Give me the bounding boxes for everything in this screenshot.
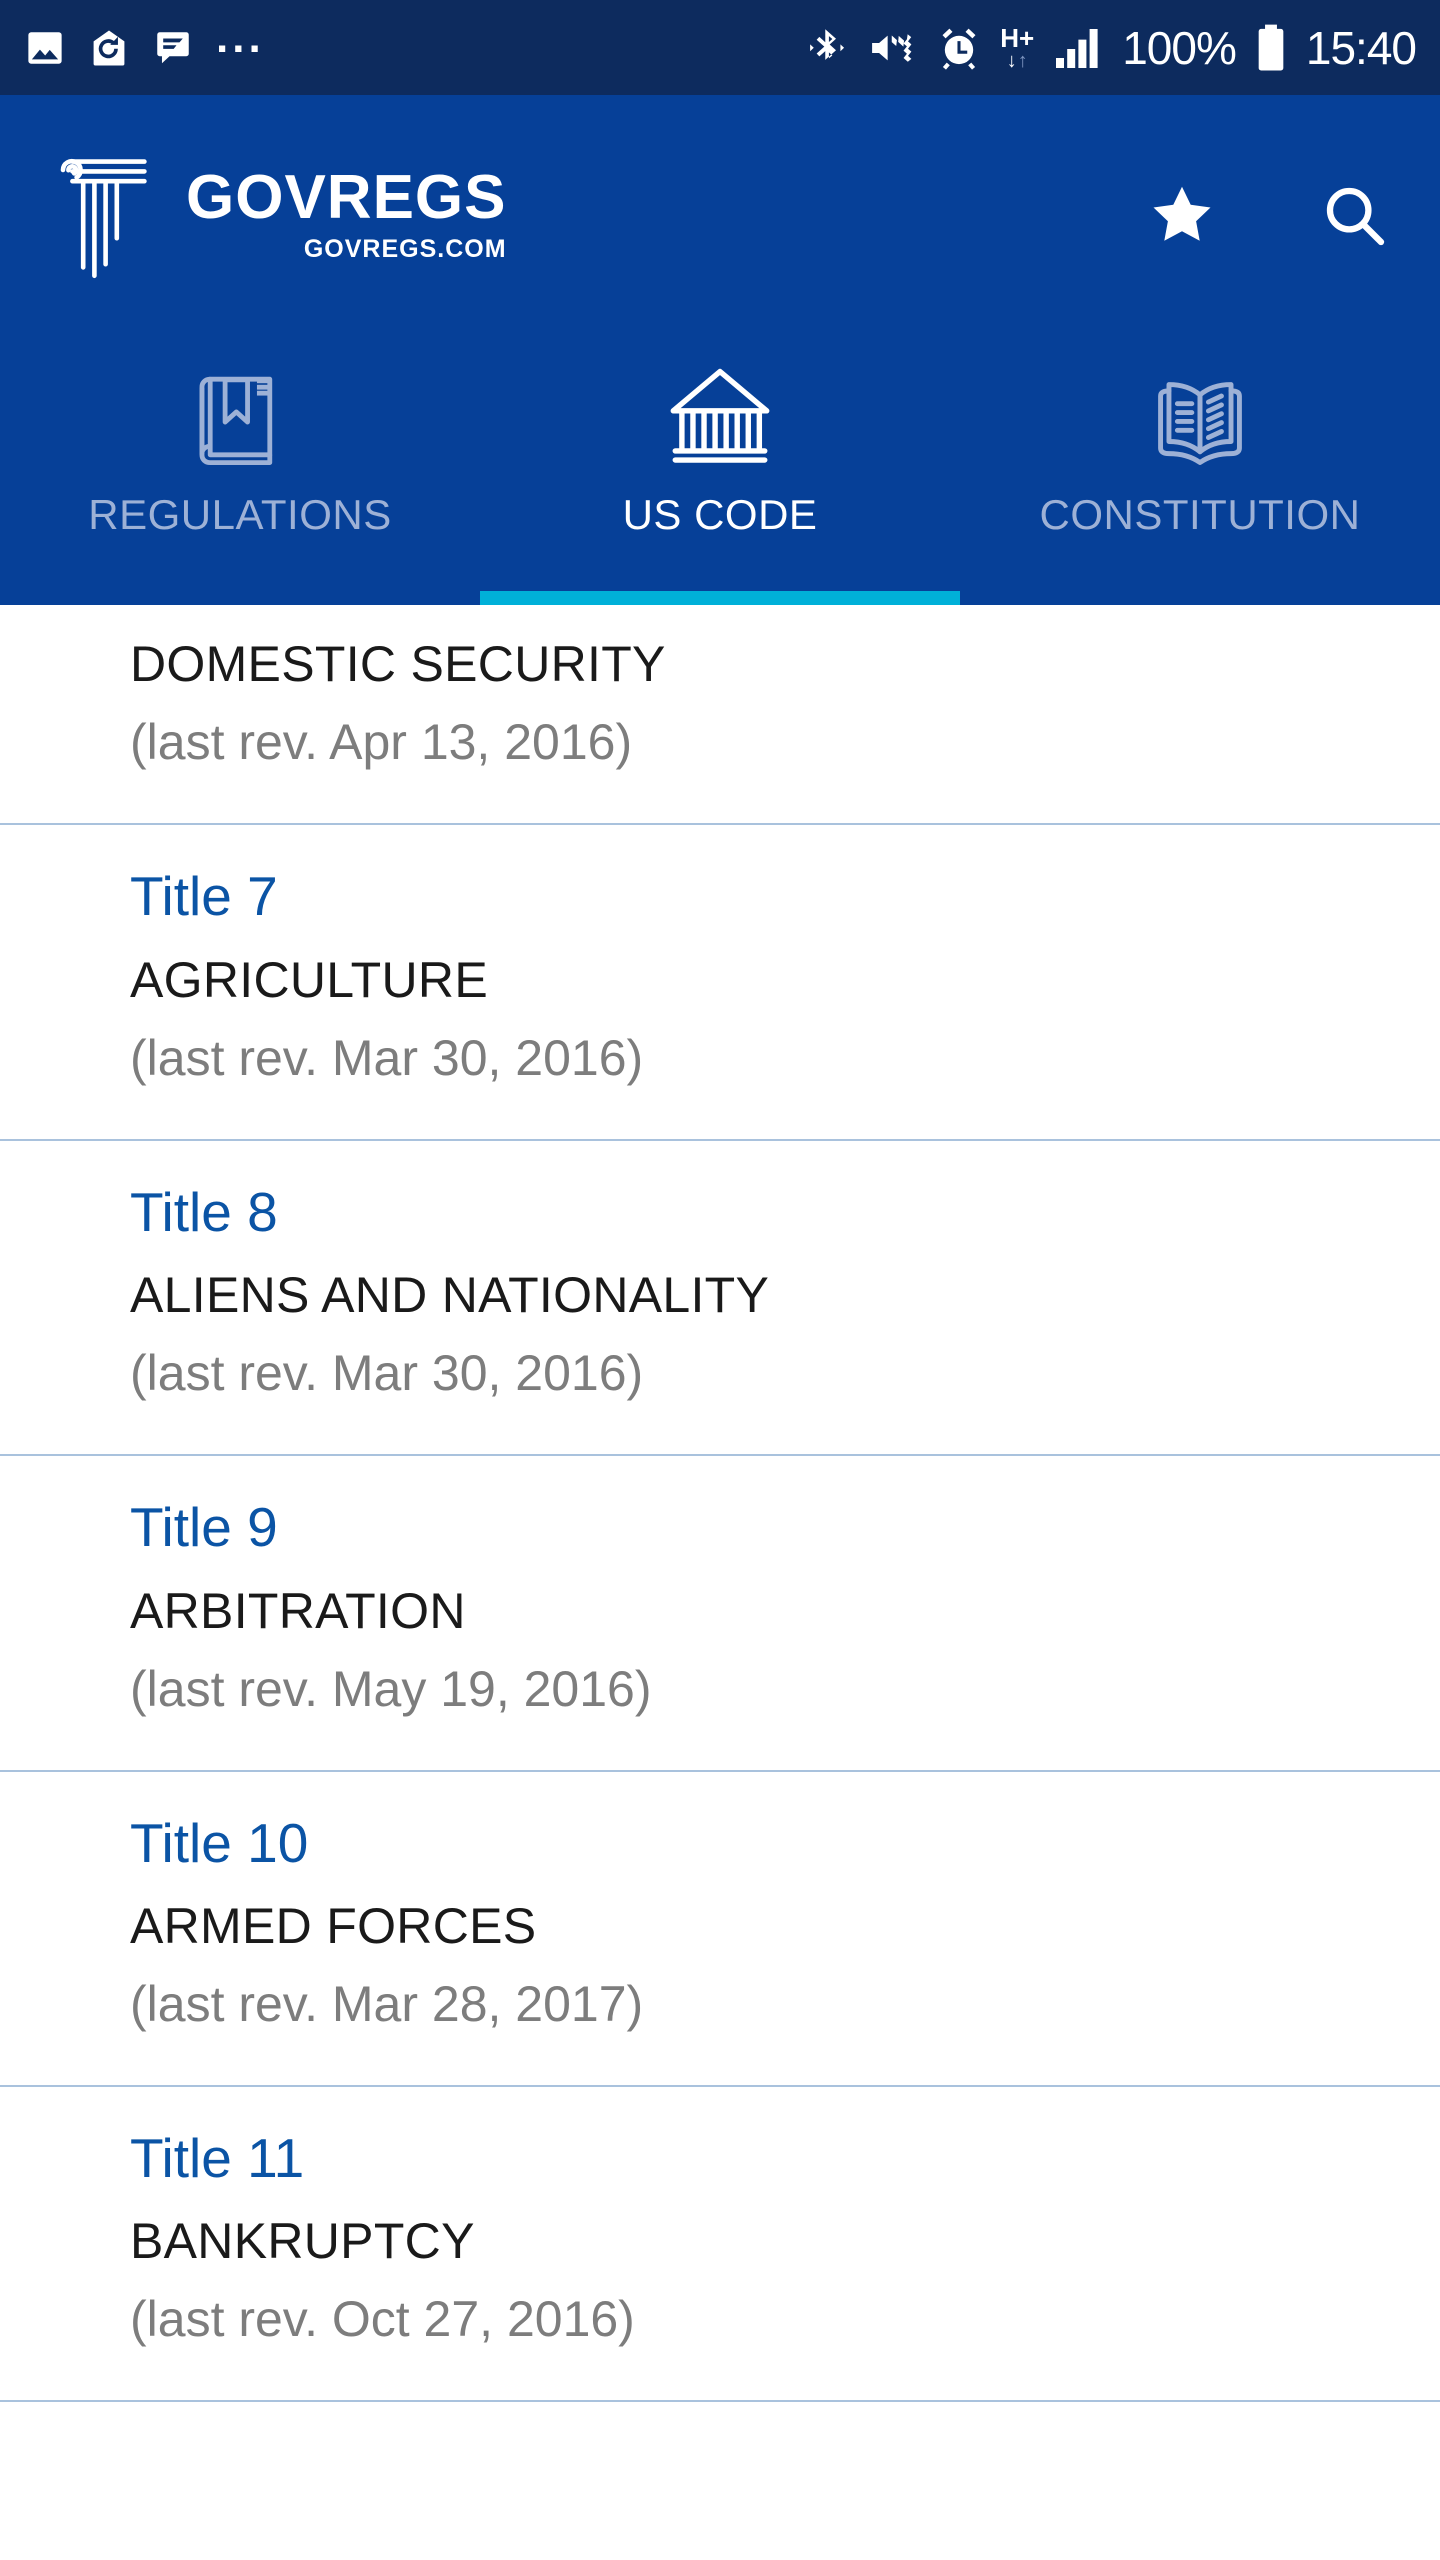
list-item-name: AGRICULTURE — [130, 951, 488, 1008]
list-item-title: Title 9 — [130, 1496, 278, 1559]
star-icon[interactable] — [1142, 175, 1222, 255]
status-bar: ... H+ ↓ ↑ 100% 15:40 — [0, 0, 1440, 95]
list-item[interactable]: Title 11 BANKRUPTCY (last rev. Oct 27, 2… — [0, 2087, 1440, 2403]
list-item-revision: (last rev. Apr 13, 2016) — [130, 714, 633, 771]
list-item-name: BANKRUPTCY — [130, 2213, 475, 2270]
ionic-column-logo — [56, 147, 164, 284]
brand-subtitle: GOVREGS.COM — [303, 234, 507, 263]
list-item-name: ARMED FORCES — [130, 1897, 537, 1954]
list-item-revision: (last rev. Mar 30, 2016) — [130, 1029, 644, 1086]
brand-text: GOVREGS GOVREGS.COM — [186, 162, 507, 264]
list-item-name: ARBITRATION — [130, 1582, 466, 1639]
status-overflow-icon: ... — [216, 12, 265, 62]
list-item[interactable]: Title 7 AGRICULTURE (last rev. Mar 30, 2… — [0, 825, 1440, 1141]
alarm-icon — [936, 25, 982, 71]
data-down-arrow-icon: ↓ — [1006, 49, 1017, 72]
list-item-name: ALIENS AND NATIONALITY — [130, 1267, 770, 1324]
search-icon[interactable] — [1314, 175, 1394, 255]
list-item[interactable]: Title 10 ARMED FORCES (last rev. Mar 28,… — [0, 1772, 1440, 2087]
list-item-title: Title 11 — [130, 2126, 305, 2189]
battery-percent-label: 100% — [1122, 21, 1237, 74]
tab-label-constitution: CONSTITUTION — [1039, 491, 1361, 538]
list-item-title: Title 10 — [130, 1811, 309, 1874]
app-header: GOVREGS GOVREGS.COM — [0, 95, 1440, 335]
tab-bar: REGULATIONS US CODE CONSTITUTION — [0, 335, 1440, 605]
clock-label: 15:40 — [1305, 21, 1417, 74]
tab-constitution[interactable]: CONSTITUTION — [960, 335, 1440, 605]
tab-us-code[interactable]: US CODE — [480, 335, 960, 605]
list-item-revision: (last rev. Mar 28, 2017) — [130, 1975, 644, 2032]
image-icon — [24, 27, 66, 69]
tab-label-regulations: REGULATIONS — [88, 491, 392, 538]
network-type-icon: H+ ↓ ↑ — [1000, 22, 1035, 72]
signal-bars-icon — [1052, 25, 1104, 71]
list-item-title: Title 6 — [130, 605, 1380, 611]
title-list[interactable]: Title 6 DOMESTIC SECURITY (last rev. Apr… — [0, 605, 1440, 2560]
open-book-icon — [1144, 357, 1256, 477]
brand: GOVREGS GOVREGS.COM — [56, 147, 507, 284]
status-bar-right: H+ ↓ ↑ 100% 15:40 — [804, 21, 1417, 75]
sync-icon — [88, 27, 130, 69]
tab-active-underline — [480, 591, 960, 605]
courthouse-columns-icon — [661, 357, 779, 477]
brand-name: GOVREGS — [186, 162, 507, 232]
list-item-name: DOMESTIC SECURITY — [130, 636, 666, 693]
battery-full-icon — [1254, 22, 1288, 74]
list-item[interactable]: Title 6 DOMESTIC SECURITY (last rev. Apr… — [0, 605, 1440, 826]
book-bookmark-icon — [185, 357, 295, 477]
list-item-title: Title 8 — [130, 1180, 278, 1243]
vibrate-mute-icon — [868, 25, 918, 71]
header-actions — [1142, 175, 1394, 255]
status-bar-left: ... — [24, 12, 265, 69]
list-item[interactable]: Title 9 ARBITRATION (last rev. May 19, 2… — [0, 1456, 1440, 1772]
list-item-revision: (last rev. Oct 27, 2016) — [130, 2291, 635, 2348]
list-item-revision: (last rev. May 19, 2016) — [130, 1660, 652, 1717]
tab-regulations[interactable]: REGULATIONS — [0, 335, 480, 605]
data-up-arrow-icon: ↑ — [1017, 49, 1028, 72]
list-item-revision: (last rev. Mar 30, 2016) — [130, 1345, 644, 1402]
tab-label-us-code: US CODE — [622, 491, 818, 538]
list-item-title: Title 7 — [130, 865, 278, 928]
bluetooth-icon — [804, 25, 850, 71]
message-icon — [152, 27, 194, 69]
list-item[interactable]: Title 8 ALIENS AND NATIONALITY (last rev… — [0, 1141, 1440, 1457]
